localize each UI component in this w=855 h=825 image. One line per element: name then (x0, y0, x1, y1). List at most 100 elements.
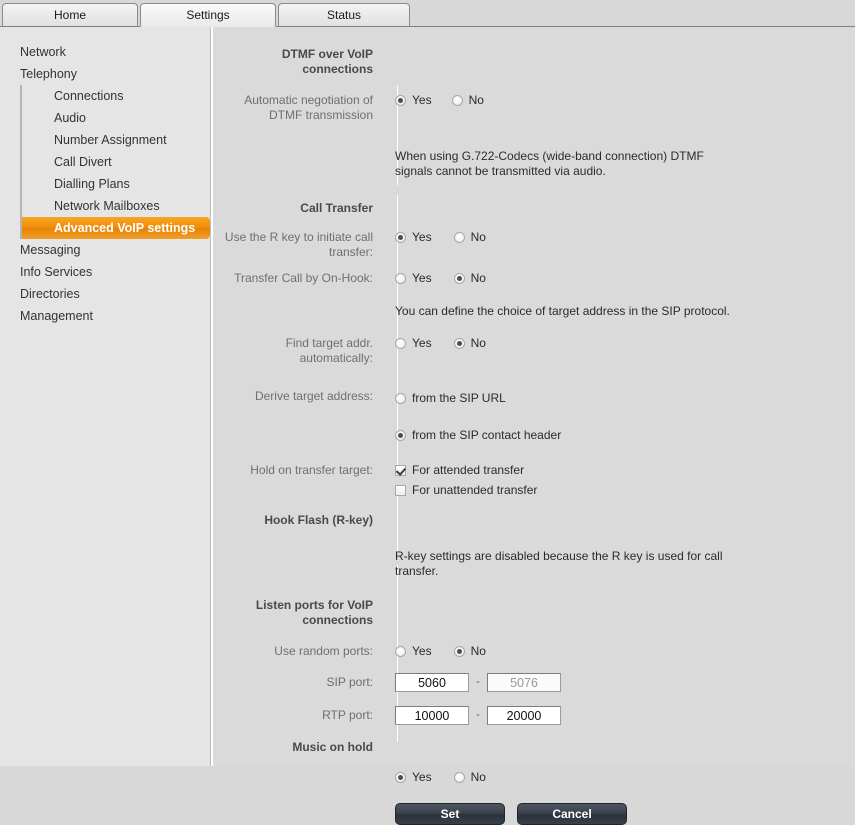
sidebar-item-advanced-voip-settings[interactable]: Advanced VoIP settings (20, 217, 210, 239)
sidebar-item-directories[interactable]: Directories (0, 283, 211, 305)
tab-settings[interactable]: Settings (140, 3, 276, 27)
rtp-port-range: - (395, 706, 855, 725)
checkbox-icon[interactable] (395, 485, 406, 496)
r-key-no-label: No (471, 230, 486, 245)
sidebar-item-label: Messaging (20, 243, 80, 257)
music-on-hold-yes-option[interactable]: Yes (395, 770, 432, 785)
sidebar-nav: Network Telephony Connections Audio Numb… (0, 41, 211, 327)
transfer-onhook-no-label: No (471, 271, 486, 286)
r-key-yes-label: Yes (412, 230, 432, 245)
sip-port-range: - (395, 673, 855, 692)
hold-target-row: Hold on transfer target: For attended tr… (213, 463, 855, 498)
sidebar-item-label: Directories (20, 287, 80, 301)
tab-status[interactable]: Status (278, 3, 410, 27)
sip-port-to-input[interactable] (487, 673, 561, 692)
rtp-port-separator: - (469, 708, 487, 723)
random-ports-no-option[interactable]: No (454, 644, 486, 659)
random-ports-radio-group: Yes No (395, 644, 855, 659)
hold-unattended-option[interactable]: For unattended transfer (395, 483, 855, 498)
radio-icon[interactable] (395, 772, 406, 783)
tab-status-label: Status (327, 8, 361, 22)
random-ports-label: Use random ports: (213, 644, 385, 659)
call-transfer-section-row: Call Transfer (213, 201, 855, 216)
radio-icon[interactable] (454, 646, 465, 657)
transfer-onhook-no-option[interactable]: No (454, 271, 486, 286)
sidebar-item-label: Telephony (20, 67, 77, 81)
radio-icon[interactable] (395, 393, 406, 404)
sidebar-item-messaging[interactable]: Messaging (0, 239, 211, 261)
derive-target-label: Derive target address: (213, 389, 385, 404)
hook-flash-note-row: R-key settings are disabled because the … (213, 549, 855, 579)
auto-negotiation-no-option[interactable]: No (452, 93, 484, 108)
sidebar-item-dialling-plans[interactable]: Dialling Plans (20, 173, 211, 195)
rtp-port-label: RTP port: (213, 708, 385, 723)
music-on-hold-no-label: No (471, 770, 486, 785)
cancel-button[interactable]: Cancel (517, 803, 627, 825)
hold-target-label: Hold on transfer target: (213, 463, 385, 478)
radio-icon[interactable] (395, 430, 406, 441)
derive-target-row: Derive target address: from the SIP URL … (213, 389, 855, 443)
sip-note-row: You can define the choice of target addr… (213, 304, 855, 319)
sidebar-item-connections[interactable]: Connections (20, 85, 211, 107)
r-key-yes-option[interactable]: Yes (395, 230, 432, 245)
derive-target-contact-header-option[interactable]: from the SIP contact header (395, 428, 855, 443)
radio-icon[interactable] (454, 232, 465, 243)
radio-icon[interactable] (454, 772, 465, 783)
sip-note: You can define the choice of target addr… (395, 304, 795, 319)
sidebar-item-call-divert[interactable]: Call Divert (20, 151, 211, 173)
listen-ports-section-row: Listen ports for VoIP connections (213, 598, 855, 628)
set-button[interactable]: Set (395, 803, 505, 825)
music-on-hold-no-option[interactable]: No (454, 770, 486, 785)
auto-negotiation-yes-label: Yes (412, 93, 432, 108)
find-target-radio-group: Yes No (395, 336, 855, 351)
transfer-onhook-yes-option[interactable]: Yes (395, 271, 432, 286)
find-target-no-option[interactable]: No (454, 336, 486, 351)
radio-icon[interactable] (395, 338, 406, 349)
rtp-port-from-input[interactable] (395, 706, 469, 725)
dtmf-note: When using G.722-Codecs (wide-band conne… (395, 149, 735, 179)
action-buttons: Set Cancel (395, 803, 855, 825)
r-key-no-option[interactable]: No (454, 230, 486, 245)
music-on-hold-radio-group: Yes No (395, 770, 855, 785)
auto-negotiation-yes-option[interactable]: Yes (395, 93, 432, 108)
sip-port-from-input[interactable] (395, 673, 469, 692)
listen-ports-section-title: Listen ports for VoIP connections (213, 598, 385, 628)
sidebar-item-audio[interactable]: Audio (20, 107, 211, 129)
radio-icon[interactable] (395, 273, 406, 284)
radio-icon[interactable] (452, 95, 463, 106)
radio-icon[interactable] (395, 646, 406, 657)
radio-icon[interactable] (454, 273, 465, 284)
call-transfer-section-title: Call Transfer (213, 201, 385, 216)
find-target-yes-option[interactable]: Yes (395, 336, 432, 351)
find-target-no-label: No (471, 336, 486, 351)
sip-port-row: SIP port: - (213, 673, 855, 692)
auto-negotiation-radio-group: Yes No (395, 93, 855, 108)
hook-flash-section-row: Hook Flash (R-key) (213, 513, 855, 528)
settings-page: Home Settings Status Network Telephony C… (0, 0, 855, 766)
hold-unattended-label: For unattended transfer (412, 483, 537, 498)
sip-port-separator: - (469, 675, 487, 690)
sidebar-item-info-services[interactable]: Info Services (0, 261, 211, 283)
hold-attended-option[interactable]: For attended transfer (395, 463, 855, 478)
r-key-label: Use the R key to initiate call transfer: (213, 230, 385, 260)
radio-icon[interactable] (395, 232, 406, 243)
transfer-onhook-row: Transfer Call by On-Hook: Yes No (213, 271, 855, 286)
sidebar-item-telephony[interactable]: Telephony (0, 63, 211, 85)
radio-icon[interactable] (395, 95, 406, 106)
derive-target-contact-header-label: from the SIP contact header (412, 428, 561, 443)
sidebar-item-management[interactable]: Management (0, 305, 211, 327)
sip-port-label: SIP port: (213, 675, 385, 690)
sidebar-item-network[interactable]: Network (0, 41, 211, 63)
sidebar-item-number-assignment[interactable]: Number Assignment (20, 129, 211, 151)
sidebar-item-network-mailboxes[interactable]: Network Mailboxes (20, 195, 211, 217)
radio-icon[interactable] (454, 338, 465, 349)
rtp-port-to-input[interactable] (487, 706, 561, 725)
tab-home[interactable]: Home (2, 3, 138, 27)
random-ports-yes-option[interactable]: Yes (395, 644, 432, 659)
music-on-hold-yes-label: Yes (412, 770, 432, 785)
music-on-hold-section-row: Music on hold (213, 740, 855, 755)
sidebar: Network Telephony Connections Audio Numb… (0, 27, 211, 766)
derive-target-sip-url-option[interactable]: from the SIP URL (395, 391, 855, 406)
hook-flash-note: R-key settings are disabled because the … (395, 549, 735, 579)
checkbox-icon[interactable] (395, 465, 406, 476)
